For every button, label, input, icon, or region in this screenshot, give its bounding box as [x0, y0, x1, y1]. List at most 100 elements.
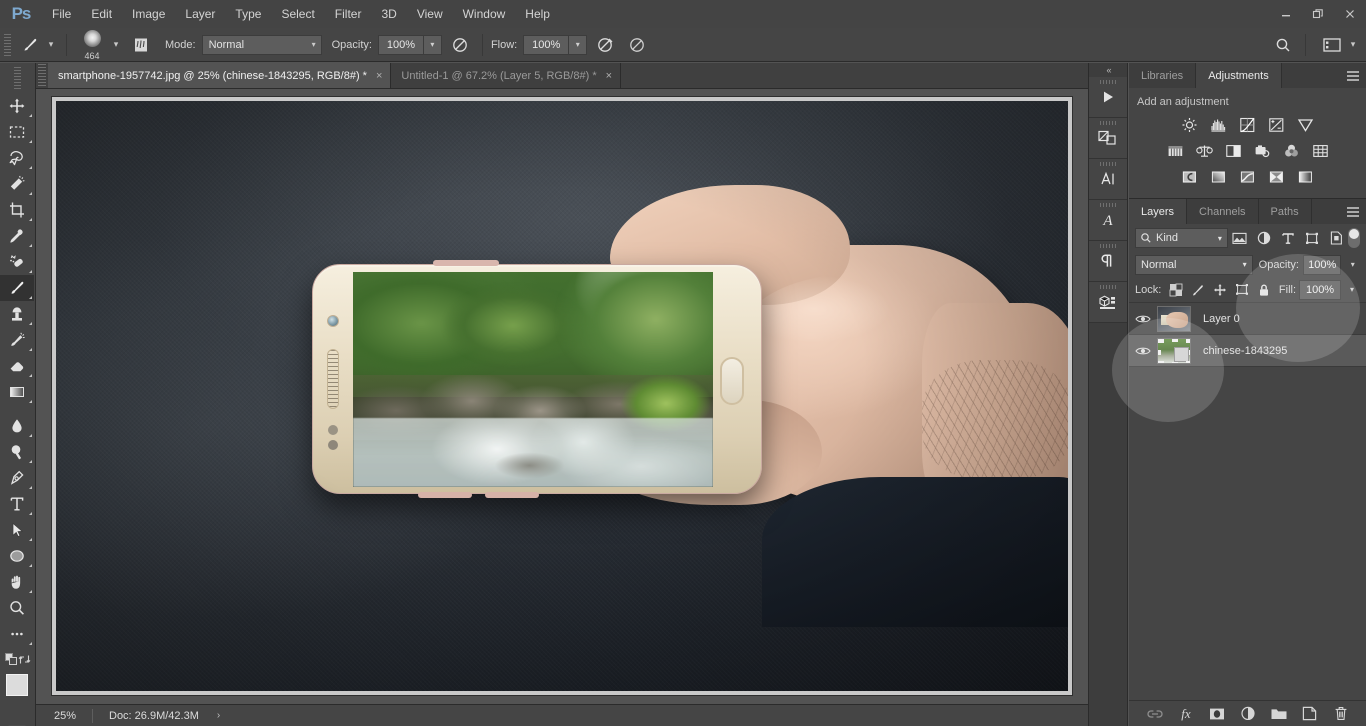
close-button[interactable] — [1334, 0, 1366, 28]
tab-paths[interactable]: Paths — [1259, 199, 1312, 224]
layer-fill-input[interactable]: 100% — [1299, 279, 1342, 300]
timeline-panel-icon[interactable] — [1089, 77, 1127, 118]
toolbar-grip[interactable] — [14, 67, 21, 89]
layer-visibility-icon[interactable] — [1129, 303, 1157, 335]
curves-icon[interactable] — [1237, 115, 1258, 134]
clone-stamp-tool[interactable] — [0, 301, 34, 327]
ellipse-tool[interactable] — [0, 543, 34, 569]
paragraph-panel-icon[interactable] — [1089, 241, 1127, 282]
flow-stepper-caret-icon[interactable]: ▾ — [569, 34, 588, 55]
3d-panel-icon[interactable] — [1089, 282, 1127, 323]
blur-tool[interactable] — [0, 413, 34, 439]
smoothing-options-icon[interactable] — [623, 32, 651, 58]
tab-layers[interactable]: Layers — [1129, 199, 1188, 224]
menu-item-3d[interactable]: 3D — [371, 0, 406, 28]
lasso-tool[interactable] — [0, 145, 34, 171]
layer-name[interactable]: Layer 0 — [1203, 313, 1240, 325]
menu-item-type[interactable]: Type — [225, 0, 271, 28]
tab-channels[interactable]: Channels — [1187, 199, 1259, 224]
link-layers-icon[interactable] — [1146, 705, 1164, 723]
options-bar-grip[interactable] — [4, 33, 11, 56]
lock-artboard-icon[interactable] — [1233, 280, 1252, 300]
layer-style-fx-icon[interactable]: fx — [1177, 705, 1195, 723]
new-adjustment-layer-icon[interactable] — [1239, 705, 1257, 723]
glyphs-panel-icon[interactable]: A — [1089, 200, 1127, 241]
brush-picker-caret-icon[interactable]: ▾ — [109, 32, 123, 58]
spot-healing-brush-tool[interactable] — [0, 249, 34, 275]
close-icon[interactable]: × — [606, 70, 612, 82]
opacity-stepper-caret-icon[interactable]: ▾ — [423, 34, 442, 55]
foreground-color-swatch[interactable] — [6, 674, 28, 696]
swap-colors-icon[interactable] — [18, 653, 31, 666]
quick-mask-icon[interactable] — [0, 720, 34, 726]
collapse-panels-icon[interactable]: « — [1089, 63, 1127, 77]
lock-image-pixels-icon[interactable] — [1188, 280, 1207, 300]
threshold-icon[interactable] — [1237, 167, 1258, 186]
lock-all-icon[interactable] — [1255, 280, 1274, 300]
eyedropper-tool[interactable] — [0, 223, 34, 249]
color-lookup-icon[interactable] — [1310, 141, 1331, 160]
hand-tool[interactable] — [0, 569, 34, 595]
add-layer-mask-icon[interactable] — [1208, 705, 1226, 723]
edit-toolbar-tool[interactable] — [0, 621, 34, 647]
filter-pixel-layers-icon[interactable] — [1228, 227, 1252, 249]
path-selection-tool[interactable] — [0, 517, 34, 543]
menu-item-select[interactable]: Select — [271, 0, 324, 28]
layer-filter-kind-select[interactable]: Kind ▾ — [1135, 228, 1228, 248]
crop-tool[interactable] — [0, 197, 34, 223]
flow-input[interactable]: 100% — [523, 34, 570, 55]
new-group-icon[interactable] — [1270, 705, 1288, 723]
close-icon[interactable]: × — [376, 70, 382, 82]
blend-mode-select[interactable]: Normal ▾ — [201, 34, 322, 55]
hue-saturation-icon[interactable] — [1165, 141, 1186, 160]
layer-fill-caret-icon[interactable]: ▾ — [1344, 280, 1360, 300]
black-white-icon[interactable] — [1223, 141, 1244, 160]
levels-icon[interactable] — [1208, 115, 1229, 134]
layer-row-chinese-1843295[interactable]: chinese-1843295 — [1129, 335, 1366, 367]
zoom-level-field[interactable]: 25% — [36, 705, 92, 726]
layer-thumbnail[interactable] — [1157, 337, 1191, 364]
menu-item-view[interactable]: View — [407, 0, 453, 28]
panel-menu-icon[interactable] — [1340, 63, 1366, 88]
rectangular-marquee-tool[interactable] — [0, 119, 34, 145]
layer-opacity-input[interactable]: 100% — [1303, 254, 1342, 275]
document-image[interactable] — [56, 101, 1068, 691]
horizontal-type-tool[interactable] — [0, 491, 34, 517]
gradient-tool[interactable] — [0, 379, 34, 405]
tab-adjustments[interactable]: Adjustments — [1196, 63, 1282, 88]
search-icon[interactable] — [1269, 32, 1297, 58]
brush-tool[interactable] — [0, 275, 34, 301]
pen-tool[interactable] — [0, 465, 34, 491]
exposure-icon[interactable] — [1266, 115, 1287, 134]
new-layer-icon[interactable] — [1301, 705, 1319, 723]
layer-row-layer-0[interactable]: Layer 0 — [1129, 303, 1366, 335]
document-tab-smartphone[interactable]: smartphone-1957742.jpg @ 25% (chinese-18… — [48, 63, 392, 88]
menu-item-help[interactable]: Help — [515, 0, 560, 28]
canvas-area[interactable] — [36, 89, 1088, 704]
current-tool-brush-icon[interactable] — [16, 32, 44, 58]
opacity-pressure-icon[interactable] — [446, 32, 474, 58]
workspace-caret-icon[interactable]: ▾ — [1346, 32, 1360, 58]
vibrance-icon[interactable] — [1295, 115, 1316, 134]
color-balance-icon[interactable] — [1194, 141, 1215, 160]
workspace-switcher-icon[interactable] — [1318, 32, 1346, 58]
zoom-tool[interactable] — [0, 595, 34, 621]
filter-smart-object-layers-icon[interactable] — [1324, 227, 1348, 249]
menu-item-edit[interactable]: Edit — [81, 0, 122, 28]
invert-icon[interactable] — [1179, 167, 1200, 186]
posterize-icon[interactable] — [1208, 167, 1229, 186]
toggle-brush-panel-icon[interactable] — [127, 32, 155, 58]
gradient-map-icon[interactable] — [1295, 167, 1316, 186]
default-colors-icon[interactable] — [5, 653, 18, 666]
magic-wand-tool[interactable] — [0, 171, 34, 197]
channel-mixer-icon[interactable] — [1281, 141, 1302, 160]
character-panel-icon[interactable] — [1089, 159, 1127, 200]
layer-thumbnail[interactable] — [1157, 305, 1191, 332]
menu-item-layer[interactable]: Layer — [175, 0, 225, 28]
airbrush-icon[interactable] — [591, 32, 619, 58]
menu-item-window[interactable]: Window — [453, 0, 516, 28]
eraser-tool[interactable] — [0, 353, 34, 379]
filter-enable-toggle[interactable] — [1348, 228, 1361, 248]
menu-item-image[interactable]: Image — [122, 0, 175, 28]
filter-adjustment-layers-icon[interactable] — [1252, 227, 1276, 249]
